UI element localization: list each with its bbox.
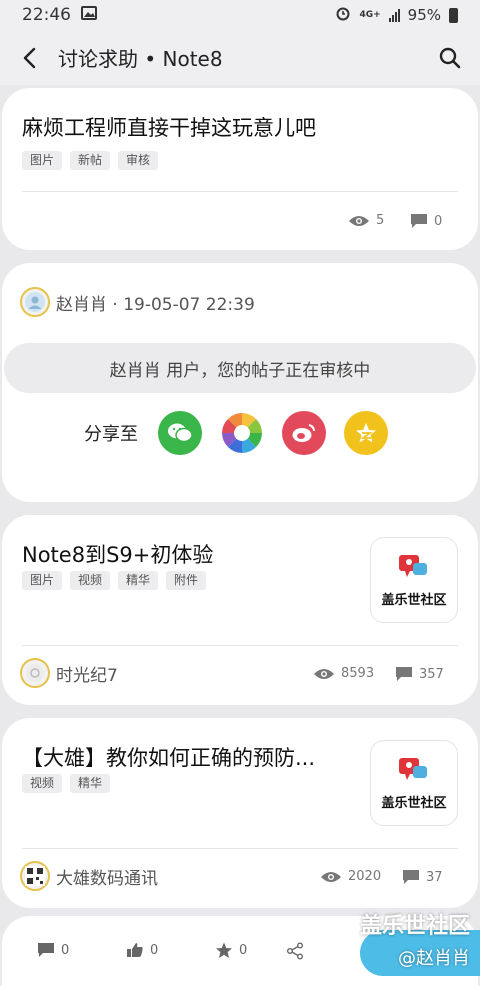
back-arrow-icon <box>23 47 36 68</box>
divider <box>22 848 458 849</box>
network-4g-icon: 4G+ <box>359 10 381 20</box>
page-title: 讨论求助 • Note8 <box>58 47 223 71</box>
comment-count: 37 <box>402 869 443 885</box>
share-icon <box>287 942 303 960</box>
search-icon <box>439 47 461 68</box>
status-bar: 22:46 4G+ 95% <box>0 0 480 30</box>
tag-list: 视频 精华 <box>22 774 111 793</box>
avatar <box>20 658 50 688</box>
comment-icon <box>411 214 427 228</box>
share-label: 分享至 <box>84 424 138 445</box>
author-meta: 赵肖肖 · 19-05-07 22:39 <box>56 294 255 315</box>
review-notice: 赵肖肖 用户，您的帖子正在审核中 <box>4 343 476 393</box>
post-author[interactable]: 大雄数码通讯 <box>20 861 158 891</box>
tag: 视频 <box>70 571 111 590</box>
favorite-button[interactable]: 0 <box>215 942 247 959</box>
comment-button[interactable]: 0 <box>37 942 69 958</box>
author-name: 时光纪7 <box>56 665 118 686</box>
tag: 新帖 <box>70 151 111 170</box>
community-logo-icon <box>399 554 427 577</box>
gallery-icon <box>81 5 97 25</box>
post-card[interactable]: Note8到S9+初体验 图片 视频 精华 附件 盖乐世社区 时光纪7 8593… <box>2 515 478 705</box>
comment-count: 357 <box>395 666 444 682</box>
qzone-icon[interactable] <box>344 411 388 455</box>
moments-icon[interactable] <box>220 411 264 455</box>
share-button[interactable] <box>286 942 304 960</box>
comment-icon <box>38 943 54 957</box>
divider <box>22 191 458 192</box>
battery-icon <box>449 7 458 23</box>
status-time: 22:46 <box>22 5 71 25</box>
alarm-icon <box>335 5 351 25</box>
author-name: 大雄数码通讯 <box>56 868 158 889</box>
tag: 视频 <box>22 774 63 793</box>
star-icon <box>216 942 232 958</box>
search-button[interactable] <box>420 30 480 85</box>
post-author[interactable]: 时光纪7 <box>20 658 118 688</box>
comment-icon <box>396 667 412 681</box>
eye-icon <box>321 871 341 882</box>
weibo-icon[interactable] <box>282 411 326 455</box>
comment-icon <box>403 870 419 884</box>
tag: 图片 <box>22 151 63 170</box>
battery-percent: 95% <box>407 6 441 24</box>
tag: 图片 <box>22 571 63 590</box>
wechat-icon[interactable] <box>158 411 202 455</box>
divider <box>22 645 458 646</box>
review-author: 赵肖肖 · 19-05-07 22:39 <box>20 287 255 317</box>
tag: 附件 <box>166 571 207 590</box>
community-logo-icon <box>399 757 427 780</box>
back-button[interactable] <box>0 30 58 85</box>
tag: 精华 <box>118 571 159 590</box>
signal-icon <box>388 8 400 22</box>
view-count: 2020 <box>320 869 381 884</box>
eye-icon <box>349 215 369 226</box>
view-count: 8593 <box>313 666 374 681</box>
share-row: 分享至 <box>84 411 406 455</box>
post-title: 【大雄】教你如何正确的预防... <box>22 746 316 770</box>
avatar[interactable] <box>20 287 50 317</box>
like-button[interactable]: 0 <box>126 942 158 958</box>
review-card: 赵肖肖 · 19-05-07 22:39 赵肖肖 用户，您的帖子正在审核中 分享… <box>2 263 478 502</box>
post-card[interactable]: 【大雄】教你如何正确的预防... 视频 精华 盖乐世社区 大雄数码通讯 2020… <box>2 718 478 908</box>
post-title: Note8到S9+初体验 <box>22 543 214 567</box>
badge-avatar-icon <box>26 664 44 682</box>
avatar <box>20 861 50 891</box>
user-avatar-icon <box>25 292 45 312</box>
post-thumbnail: 盖乐世社区 <box>370 537 458 623</box>
post-card[interactable]: 麻烦工程师直接干掉这玩意儿吧 图片 新帖 审核 5 0 <box>2 88 478 250</box>
post-title: 麻烦工程师直接干掉这玩意儿吧 <box>22 116 316 140</box>
post-thumbnail: 盖乐世社区 <box>370 740 458 826</box>
eye-icon <box>314 668 334 679</box>
tag: 审核 <box>118 151 159 170</box>
qr-avatar-icon <box>25 866 45 886</box>
tag: 精华 <box>70 774 111 793</box>
view-count: 5 <box>348 213 384 228</box>
thumbs-up-icon <box>127 943 143 957</box>
app-header: 讨论求助 • Note8 <box>0 30 480 85</box>
watermark: 盖乐世社区 @赵肖肖 <box>359 914 470 969</box>
tag-list: 图片 新帖 审核 <box>22 151 159 170</box>
comment-count: 0 <box>410 213 442 229</box>
tag-list: 图片 视频 精华 附件 <box>22 571 207 590</box>
